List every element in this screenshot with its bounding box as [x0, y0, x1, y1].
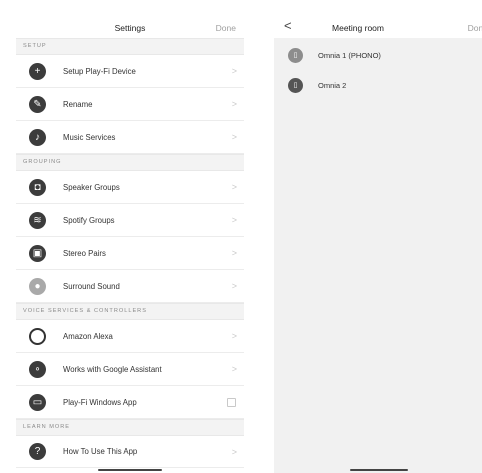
amazon-alexa-item[interactable]: Amazon Alexa > [16, 320, 244, 353]
item-label: Surround Sound [63, 281, 120, 291]
chevron-right-icon: > [231, 248, 237, 258]
item-label: Rename [63, 99, 93, 109]
surround-sound-item[interactable]: ● Surround Sound > [16, 270, 244, 303]
item-label: Amazon Alexa [63, 331, 113, 341]
chevron-right-icon: > [231, 364, 237, 374]
google-assistant-item[interactable]: ∘ Works with Google Assistant > [16, 353, 244, 386]
item-label: Play-Fi Windows App [63, 397, 137, 407]
music-services-item[interactable]: ♪ Music Services > [16, 121, 244, 154]
play-fi-windows-app-item[interactable]: ▭ Play-Fi Windows App [16, 386, 244, 419]
speaker-groups-item[interactable]: ◘ Speaker Groups > [16, 171, 244, 204]
plus-icon: + [29, 62, 46, 80]
help-icon: ? [29, 443, 46, 460]
chevron-right-icon: > [231, 281, 237, 291]
home-indicator [350, 469, 408, 471]
item-label: Setup Play-Fi Device [63, 66, 136, 76]
section-header-setup: SETUP [16, 38, 244, 55]
spotify-groups-item[interactable]: ≋ Spotify Groups > [16, 204, 244, 237]
stereo-pair-icon: ▣ [29, 244, 46, 262]
done-button[interactable]: Done [216, 23, 236, 33]
room-panel: < Meeting room Done ▯ Omnia 1 (PHONO) ▯ … [274, 0, 482, 473]
chevron-right-icon: > [231, 446, 237, 457]
item-label: Music Services [63, 132, 116, 142]
device-list: ▯ Omnia 1 (PHONO) ▯ Omnia 2 [274, 40, 482, 100]
settings-panel: Settings Done SETUP + Setup Play-Fi Devi… [16, 0, 244, 473]
chevron-right-icon: > [231, 215, 237, 225]
section-header-voice: VOICE SERVICES & CONTROLLERS [16, 303, 244, 320]
speaker-group-icon: ◘ [29, 178, 46, 196]
chevron-right-icon: > [231, 66, 237, 76]
home-indicator [98, 469, 162, 471]
laptop-icon: ▭ [29, 393, 46, 411]
settings-header: Settings Done [16, 0, 244, 38]
page-title: Meeting room [332, 23, 384, 33]
chevron-right-icon: > [231, 331, 237, 341]
item-label: Works with Google Assistant [63, 364, 162, 374]
device-label: Omnia 2 [318, 80, 347, 90]
external-link-icon [227, 397, 236, 407]
speaker-icon: ▯ [288, 77, 303, 93]
page-title: Settings [114, 23, 146, 33]
surround-icon: ● [29, 277, 46, 295]
item-label: How To Use This App [63, 447, 138, 456]
device-item[interactable]: ▯ Omnia 1 (PHONO) [274, 40, 482, 70]
section-header-learn: LEARN MORE [16, 419, 244, 436]
setup-play-fi-device-item[interactable]: + Setup Play-Fi Device > [16, 55, 244, 88]
item-label: Stereo Pairs [63, 248, 106, 258]
google-assistant-icon: ∘ [29, 360, 46, 378]
music-note-icon: ♪ [29, 128, 46, 146]
section-header-grouping: GROUPING [16, 154, 244, 171]
room-header: < Meeting room Done [274, 0, 482, 38]
done-button[interactable]: Done [468, 23, 482, 33]
device-item[interactable]: ▯ Omnia 2 [274, 70, 482, 100]
rename-item[interactable]: ✎ Rename > [16, 88, 244, 121]
alexa-icon [29, 327, 46, 345]
pencil-icon: ✎ [29, 95, 46, 113]
chevron-right-icon: > [231, 182, 237, 192]
item-label: Speaker Groups [63, 182, 120, 192]
stereo-pairs-item[interactable]: ▣ Stereo Pairs > [16, 237, 244, 270]
speaker-icon: ▯ [288, 47, 303, 63]
how-to-use-item[interactable]: ? How To Use This App > [16, 436, 244, 468]
chevron-right-icon: > [231, 99, 237, 109]
item-label: Spotify Groups [63, 215, 115, 225]
spotify-icon: ≋ [29, 211, 46, 229]
chevron-right-icon: > [231, 132, 237, 142]
device-label: Omnia 1 (PHONO) [318, 50, 381, 60]
